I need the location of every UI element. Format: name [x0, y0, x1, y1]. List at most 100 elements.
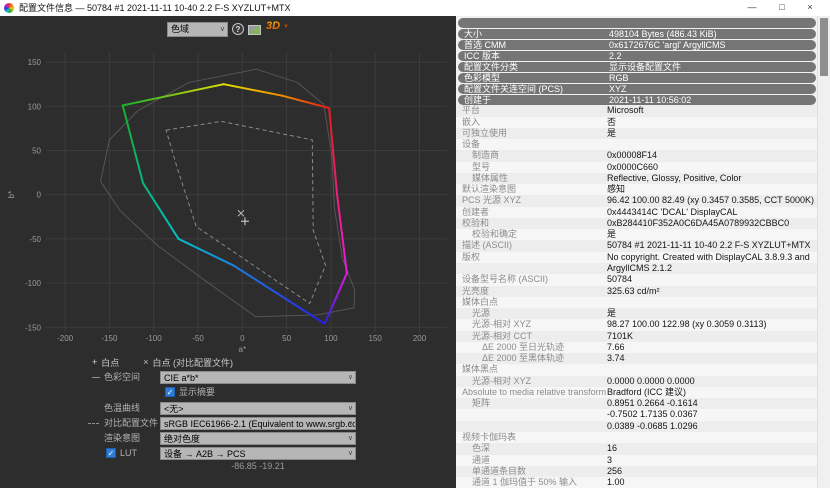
chevron-down-icon: ∨ — [348, 448, 353, 460]
row-value: RGB — [609, 73, 629, 84]
row-label: 光源-相对 CCT — [472, 331, 532, 342]
row-label: 视频卡伽玛表 — [462, 432, 516, 443]
lut-select[interactable]: 设备 → A2B → PCS ∨ — [160, 447, 356, 460]
plot-panel: 色域 ∨ ? 3D ▼ -200-150-100-50050100150200-… — [0, 16, 456, 488]
row-label: 光源-相对 XYZ — [472, 319, 531, 330]
row-label: 创建者 — [462, 207, 489, 218]
row-label: 配置文件关连空间 (PCS) — [464, 84, 563, 95]
svg-text:150: 150 — [28, 58, 42, 67]
profile-info-table: 大小498104 Bytes (486.43 KiB)首选 CMM0x61726… — [456, 17, 818, 488]
row-value: XYZ — [609, 84, 627, 95]
row-label: 首选 CMM — [464, 40, 506, 51]
close-button[interactable]: × — [798, 0, 822, 16]
table-row — [458, 18, 816, 29]
row-label: 光亮度 — [462, 286, 489, 297]
row-value: 是 — [607, 229, 616, 240]
view-3d-button[interactable]: 3D — [266, 20, 280, 32]
row-value: ArgyllCMS 2.1.2 — [607, 263, 672, 274]
svg-text:50: 50 — [32, 147, 41, 156]
table-row: 矩阵0.8951 0.2664 -0.1614 — [456, 398, 818, 409]
row-value: 498104 Bytes (486.43 KiB) — [609, 29, 717, 40]
svg-text:100: 100 — [28, 102, 42, 111]
svg-text:-100: -100 — [146, 334, 163, 343]
svg-text:b*: b* — [7, 191, 16, 199]
table-row: 大小498104 Bytes (486.43 KiB) — [458, 29, 816, 40]
row-value: 是 — [607, 308, 616, 319]
table-row: 通道 1 伽玛值于 50% 输入1.00 — [456, 477, 818, 488]
table-row: 视频卡伽玛表 — [456, 432, 818, 443]
table-row: -0.7502 1.7135 0.0367 — [456, 409, 818, 420]
chevron-down-icon: ∨ — [348, 418, 353, 430]
row-value: 否 — [607, 117, 616, 128]
row-value: -0.7502 1.7135 0.0367 — [607, 409, 698, 420]
tone-curve-select[interactable]: <无> ∨ — [160, 402, 356, 415]
table-row: ArgyllCMS 2.1.2 — [456, 263, 818, 274]
profile-info-window: 配置文件信息 — 50784 #1 2021-11-11 10-40 2.2 F… — [0, 0, 830, 488]
colorspace-select[interactable]: CIE a*b* ∨ — [160, 371, 356, 384]
table-row: 平台Microsoft — [456, 105, 818, 116]
tone-curve-label: 色温曲线 — [104, 402, 140, 415]
svg-text:-100: -100 — [25, 279, 42, 288]
row-value: 98.27 100.00 122.98 (xy 0.3059 0.3113) — [607, 319, 766, 330]
table-row: ICC 版本2.2 — [458, 51, 816, 62]
help-icon[interactable]: ? — [232, 23, 244, 35]
row-label: 色深 — [472, 443, 490, 454]
table-row: 首选 CMM0x6172676C 'argl' ArgyllCMS — [458, 40, 816, 51]
table-row: 设备型号名称 (ASCII)50784 — [456, 274, 818, 285]
svg-text:-150: -150 — [25, 323, 42, 332]
table-row: 单通道条目数256 — [456, 466, 818, 477]
svg-text:-50: -50 — [29, 235, 41, 244]
row-label: 光源 — [472, 308, 490, 319]
row-value: 325.63 cd/m² — [607, 286, 660, 297]
row-label: Absolute to media relative transform — [462, 387, 606, 398]
row-value: 0x0000C660 — [607, 162, 658, 173]
plot-type-value: 色域 — [171, 24, 189, 34]
row-label: ΔE 2000 至黑体轨迹 — [482, 353, 564, 364]
table-row: 媒体白点 — [456, 297, 818, 308]
row-label: 光源-相对 XYZ — [472, 376, 531, 387]
table-row: 配置文件关连空间 (PCS) XYZ — [458, 84, 816, 95]
minimize-button[interactable]: — — [740, 0, 764, 16]
row-value: 50784 — [607, 274, 632, 285]
plot-type-select[interactable]: 色域 ∨ — [167, 22, 228, 37]
maximize-button[interactable]: □ — [770, 0, 794, 16]
scrollbar-thumb[interactable] — [820, 18, 828, 76]
table-row: 光源-相对 CCT 7101K — [456, 331, 818, 342]
row-label: 嵌入 — [462, 117, 480, 128]
x-marker-icon: × — [143, 357, 148, 367]
view-3d-dropdown-arrow[interactable]: ▼ — [283, 24, 289, 30]
row-label: 媒体属性 — [472, 173, 508, 184]
table-row: ΔE 2000 至黑体轨迹3.74 — [456, 353, 818, 364]
row-value: 50784 #1 2021-11-11 10-40 2.2 F-S XYZLUT… — [607, 240, 811, 251]
svg-text:100: 100 — [324, 334, 338, 343]
scrollbar-track[interactable] — [817, 16, 830, 488]
rendering-intent-label: 渲染意图 — [104, 432, 140, 445]
profile-info-panel: 大小498104 Bytes (486.43 KiB)首选 CMM0x61726… — [456, 16, 830, 488]
row-value: 7.66 — [607, 342, 625, 353]
lut-checkbox[interactable]: ✓ — [106, 448, 116, 458]
row-value: 0x00008F14 — [607, 150, 657, 161]
row-label: 通道 — [472, 455, 490, 466]
table-row: 光源-相对 XYZ0.0000 0.0000 0.0000 — [456, 376, 818, 387]
table-row: 光亮度 325.63 cd/m² — [456, 286, 818, 297]
show-summary-checkbox[interactable]: ✓ — [165, 387, 175, 397]
table-row: 制造商0x00008F14 — [456, 150, 818, 161]
table-row: 校验和确定是 — [456, 229, 818, 240]
comparison-profile-select[interactable]: sRGB IEC61966-2.1 (Equivalent to www.srg… — [160, 417, 356, 430]
comparison-profile-value: sRGB IEC61966-2.1 (Equivalent to www.srg… — [164, 419, 356, 429]
table-row: 版权No copyright. Created with DisplayCAL … — [456, 252, 818, 263]
row-label: 设备 — [462, 139, 480, 150]
row-value: 96.42 100.00 82.49 (xy 0.3457 0.3585, CC… — [607, 195, 814, 206]
row-value: 0.0389 -0.0685 1.0296 — [607, 421, 698, 432]
whitepoint-label: 白点 — [101, 356, 119, 369]
table-row: 嵌入 否 — [456, 117, 818, 128]
table-row: 设备 — [456, 139, 818, 150]
rendering-intent-select[interactable]: 绝对色度 ∨ — [160, 432, 356, 445]
save-image-icon[interactable] — [248, 25, 261, 35]
row-value: 7101K — [607, 331, 633, 342]
gamut-chart[interactable]: -200-150-100-50050100150200-150-100-5005… — [0, 44, 456, 356]
svg-text:200: 200 — [413, 334, 427, 343]
row-value: Microsoft — [607, 105, 644, 116]
lut-value: 设备 → A2B → PCS — [164, 449, 246, 459]
colorspace-value: CIE a*b* — [164, 373, 199, 383]
